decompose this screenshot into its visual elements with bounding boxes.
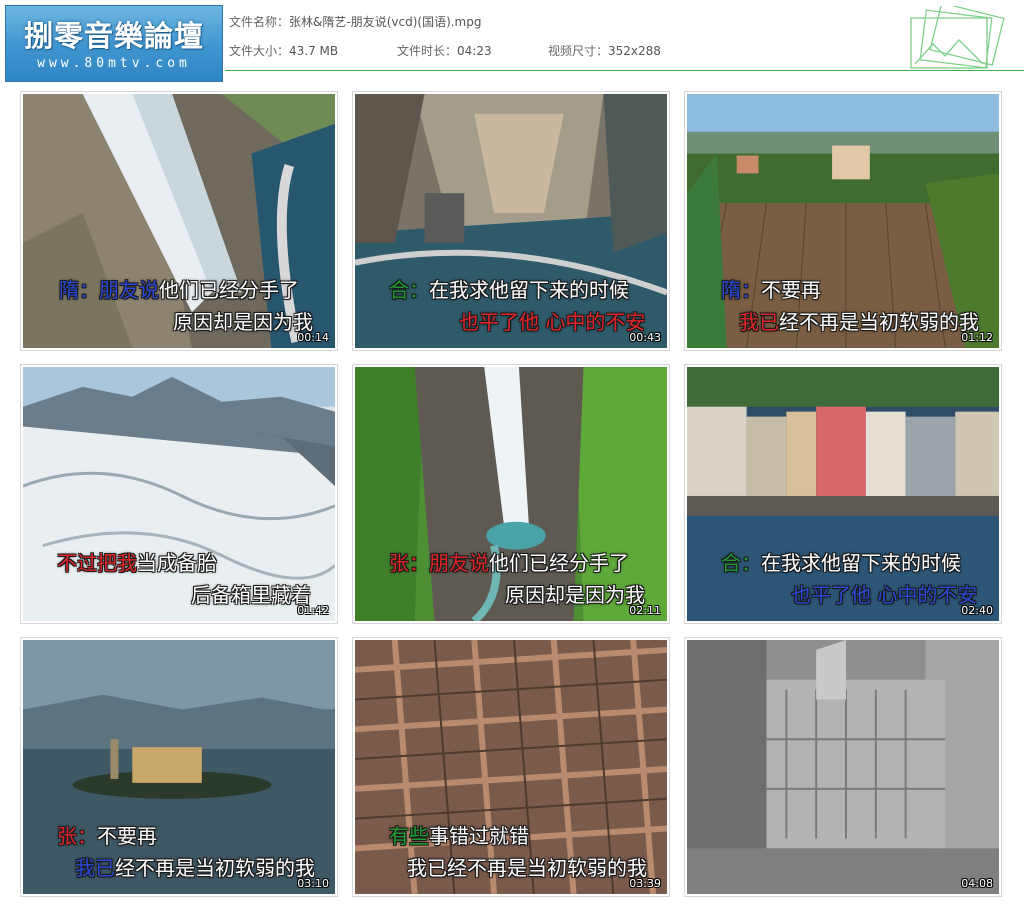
timestamp: 01:12 — [961, 331, 993, 344]
site-logo: 捌零音樂論壇 www.80mtv.com — [5, 5, 223, 82]
timestamp: 00:43 — [629, 331, 661, 344]
timestamp: 03:10 — [297, 877, 329, 890]
file-duration-label: 文件时长： — [397, 44, 458, 58]
file-duration-value: 04:23 — [457, 44, 492, 58]
thumbnail-image — [687, 640, 999, 894]
photo-stack-icon — [910, 6, 1005, 69]
video-size-label: 视频尺寸： — [548, 44, 609, 58]
timestamp: 02:40 — [961, 604, 993, 617]
video-size-row: 视频尺寸：352x288 — [548, 42, 661, 59]
file-name-value: 张林&隋艺-朋友说(vcd)(国语).mpg — [289, 15, 482, 29]
lyric-line-2: 我已经不再是当初软弱的我 — [739, 310, 979, 334]
lyric-line-2: 后备箱里藏着 — [191, 583, 311, 607]
lyric-line-2: 原因却是因为我 — [173, 310, 313, 334]
lyric-line-2: 原因却是因为我 — [505, 583, 645, 607]
lyric-line-1: 合：在我求他留下来的时候 — [721, 551, 961, 575]
logo-title: 捌零音樂論壇 — [23, 19, 204, 53]
file-name-row: 文件名称：张林&隋艺-朋友说(vcd)(国语).mpg — [229, 13, 482, 30]
timestamp: 01:42 — [297, 604, 329, 617]
logo-url: www.80mtv.com — [37, 56, 191, 71]
timestamp: 03:39 — [629, 877, 661, 890]
lyric-line-2: 我已经不再是当初软弱的我 — [407, 856, 647, 880]
file-size-row: 文件大小：43.7 MB — [229, 42, 338, 59]
timestamp: 02:11 — [629, 604, 661, 617]
lyric-line-1: 隋：不要再 — [721, 278, 821, 302]
lyric-line-1: 张：朋友说他们已经分手了 — [389, 551, 629, 575]
thumbnail-7[interactable]: 张：不要再 我已经不再是当初软弱的我 03:10 — [20, 637, 338, 897]
timestamp: 00:14 — [297, 331, 329, 344]
thumbnail-6[interactable]: 合：在我求他留下来的时候 也平了他 心中的不安 02:40 — [684, 364, 1002, 624]
lyric-line-1: 合：在我求他留下来的时候 — [389, 278, 629, 302]
lyric-line-1: 不过把我当成备胎 — [57, 551, 217, 575]
thumbnail-2[interactable]: 合：在我求他留下来的时候 也平了他 心中的不安 00:43 — [352, 91, 670, 351]
timestamp: 04:08 — [961, 877, 993, 890]
file-duration-row: 文件时长：04:23 — [397, 42, 492, 59]
file-name-label: 文件名称： — [229, 15, 290, 29]
file-size-value: 43.7 MB — [289, 44, 339, 58]
thumbnail-8[interactable]: 有些事错过就错 我已经不再是当初软弱的我 03:39 — [352, 637, 670, 897]
header-divider — [225, 70, 1024, 71]
thumbnail-9[interactable]: 04:08 — [684, 637, 1002, 897]
lyric-line-2: 我已经不再是当初软弱的我 — [75, 856, 315, 880]
lyric-line-1: 隋：朋友说他们已经分手了 — [59, 278, 299, 302]
lyric-line-1: 张：不要再 — [57, 824, 157, 848]
file-size-label: 文件大小： — [229, 44, 290, 58]
video-size-value: 352x288 — [608, 44, 661, 58]
lyric-line-2: 也平了他 心中的不安 — [791, 583, 978, 607]
lyric-line-2: 也平了他 心中的不安 — [459, 310, 646, 334]
lyric-line-1: 有些事错过就错 — [389, 824, 529, 848]
thumbnail-1[interactable]: 隋：朋友说他们已经分手了 原因却是因为我 00:14 — [20, 91, 338, 351]
thumbnail-3[interactable]: 隋：不要再 我已经不再是当初软弱的我 01:12 — [684, 91, 1002, 351]
thumbnail-4[interactable]: 不过把我当成备胎 后备箱里藏着 01:42 — [20, 364, 338, 624]
thumbnail-5[interactable]: 张：朋友说他们已经分手了 原因却是因为我 02:11 — [352, 364, 670, 624]
